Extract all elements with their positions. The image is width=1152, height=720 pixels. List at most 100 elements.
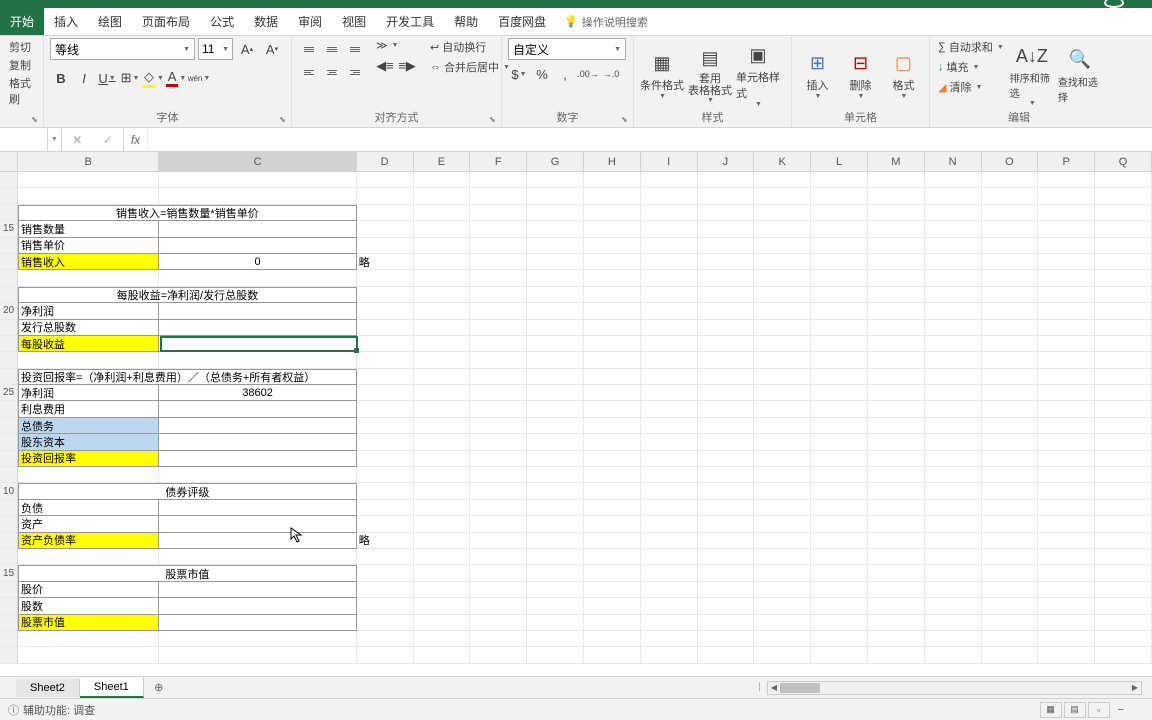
cell[interactable]: 略 — [357, 254, 414, 270]
cell[interactable] — [159, 401, 356, 417]
cell[interactable] — [754, 385, 811, 401]
cell[interactable] — [584, 516, 641, 532]
cell[interactable] — [868, 549, 925, 565]
cell[interactable] — [1095, 565, 1152, 581]
cell[interactable] — [698, 598, 755, 614]
cell-styles-button[interactable]: ▣单元格样式▼ — [736, 38, 780, 109]
cell[interactable] — [357, 467, 414, 483]
cell[interactable] — [159, 188, 356, 204]
cell[interactable] — [584, 549, 641, 565]
cell[interactable]: 股数 — [18, 598, 159, 614]
cell[interactable] — [470, 336, 527, 352]
cell[interactable] — [698, 615, 755, 631]
cell[interactable] — [1038, 254, 1095, 270]
cell[interactable] — [754, 205, 811, 221]
cell[interactable] — [811, 188, 868, 204]
cell[interactable] — [584, 533, 641, 549]
cell[interactable] — [698, 631, 755, 647]
cell[interactable] — [1095, 500, 1152, 516]
cell[interactable] — [641, 516, 698, 532]
cell[interactable] — [1038, 287, 1095, 303]
cell[interactable] — [159, 615, 356, 631]
comma-button[interactable]: , — [554, 63, 576, 85]
cell[interactable] — [641, 270, 698, 286]
cell[interactable] — [698, 270, 755, 286]
row-header[interactable] — [0, 451, 18, 467]
cell[interactable] — [357, 238, 414, 254]
cell[interactable] — [754, 254, 811, 270]
cell[interactable] — [470, 254, 527, 270]
cell[interactable] — [925, 582, 982, 598]
italic-button[interactable]: I — [73, 67, 95, 89]
cell[interactable] — [698, 483, 755, 499]
cell[interactable] — [527, 516, 584, 532]
cell[interactable]: 投资回报率 — [18, 451, 159, 467]
cell[interactable] — [754, 336, 811, 352]
cell[interactable] — [18, 647, 159, 663]
cell[interactable] — [1095, 172, 1152, 188]
cell[interactable] — [698, 254, 755, 270]
cell[interactable] — [584, 303, 641, 319]
cell[interactable] — [159, 418, 356, 434]
cell[interactable] — [414, 582, 471, 598]
cell[interactable] — [641, 467, 698, 483]
cell[interactable] — [414, 565, 471, 581]
sort-filter-button[interactable]: A↓Z排序和筛选▼ — [1010, 38, 1054, 109]
cell[interactable] — [527, 385, 584, 401]
decrease-decimal-button[interactable]: →.0 — [600, 63, 622, 85]
cell[interactable] — [982, 221, 1039, 237]
cell[interactable] — [754, 188, 811, 204]
cell[interactable] — [925, 467, 982, 483]
cell[interactable] — [584, 565, 641, 581]
cell[interactable] — [925, 533, 982, 549]
name-box-dropdown[interactable]: ▼ — [48, 128, 62, 151]
tab-home[interactable]: 开始 — [0, 8, 44, 35]
cell[interactable] — [925, 598, 982, 614]
tab-data[interactable]: 数据 — [244, 8, 288, 35]
row-header[interactable]: 10 — [0, 483, 18, 499]
cell[interactable] — [868, 500, 925, 516]
cell[interactable] — [527, 483, 584, 499]
row-header[interactable] — [0, 336, 18, 352]
row-header[interactable] — [0, 418, 18, 434]
cell[interactable] — [925, 369, 982, 385]
cell[interactable] — [811, 516, 868, 532]
insert-cell-button[interactable]: ⊞插入▼ — [798, 38, 837, 109]
row-header[interactable] — [0, 516, 18, 532]
cell[interactable] — [470, 401, 527, 417]
scroll-thumb[interactable] — [780, 683, 820, 693]
cell[interactable] — [414, 303, 471, 319]
cell[interactable]: 每股收益=净利润/发行总股数 — [18, 287, 357, 303]
col-header-L[interactable]: L — [811, 152, 868, 171]
cell[interactable] — [982, 418, 1039, 434]
orientation-button[interactable]: ≫▼ — [374, 38, 418, 53]
fill-color-button[interactable]: ◇▼ — [142, 67, 164, 89]
cell[interactable] — [811, 303, 868, 319]
cell[interactable] — [159, 631, 356, 647]
cell[interactable] — [527, 582, 584, 598]
cell[interactable] — [470, 434, 527, 450]
cell[interactable] — [414, 254, 471, 270]
phonetic-button[interactable]: wén▼ — [188, 67, 210, 89]
cell[interactable] — [641, 582, 698, 598]
cell[interactable] — [357, 221, 414, 237]
cell[interactable]: 资产负债率 — [18, 533, 159, 549]
cell[interactable] — [470, 221, 527, 237]
find-select-button[interactable]: 🔍查找和选择 — [1058, 38, 1102, 109]
cell[interactable] — [868, 467, 925, 483]
cell[interactable] — [159, 303, 356, 319]
font-color-button[interactable]: A▼ — [165, 67, 187, 89]
format-cell-button[interactable]: ▢格式▼ — [884, 38, 923, 109]
cell[interactable] — [357, 434, 414, 450]
cell[interactable] — [982, 647, 1039, 663]
cell[interactable] — [584, 221, 641, 237]
cell[interactable]: 每股收益 — [18, 336, 159, 352]
cell[interactable] — [698, 451, 755, 467]
cell[interactable] — [698, 533, 755, 549]
cell[interactable] — [527, 533, 584, 549]
cell[interactable] — [1038, 401, 1095, 417]
col-header-G[interactable]: G — [527, 152, 584, 171]
decrease-indent-button[interactable]: ◀≡ — [374, 55, 396, 77]
cell[interactable] — [1095, 418, 1152, 434]
tab-baidu[interactable]: 百度网盘 — [488, 8, 556, 35]
